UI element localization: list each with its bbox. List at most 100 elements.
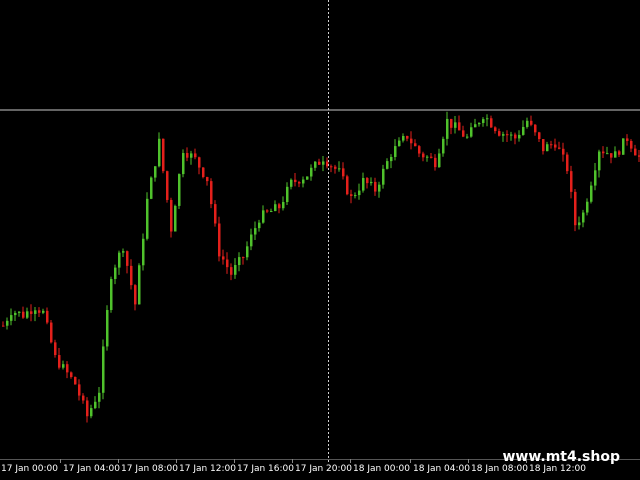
candle-body [206, 177, 209, 182]
candle-body [450, 118, 453, 128]
candle-body [50, 322, 53, 343]
candle-body [174, 205, 177, 232]
candle-body [182, 153, 185, 175]
candle-body [146, 198, 149, 239]
candle-body [574, 191, 577, 226]
candle-body [302, 179, 305, 184]
candle-body [418, 146, 421, 154]
candle-body [442, 138, 445, 154]
candle-body [474, 124, 477, 128]
candle-body [218, 223, 221, 257]
candle-body [494, 127, 497, 132]
candle-body [166, 171, 169, 200]
candle-body [630, 140, 633, 149]
candle-body [38, 310, 41, 313]
candle-body [70, 372, 73, 378]
candle-body [122, 251, 125, 253]
candle-body [130, 265, 133, 286]
candle-body [54, 342, 57, 356]
candle-body [606, 153, 609, 155]
candle-body [314, 161, 317, 168]
candle-body [434, 157, 437, 168]
candle-body [510, 134, 513, 136]
candle-body [438, 153, 441, 168]
candle-body [594, 170, 597, 186]
candle-body [214, 204, 217, 224]
x-tick-label: 18 Jan 04:00 [413, 464, 470, 474]
candle-body [398, 140, 401, 147]
candle-body [506, 134, 509, 136]
candle-body [610, 153, 613, 158]
candle-body [106, 310, 109, 347]
candle-body [634, 148, 637, 156]
candle-body [14, 312, 17, 316]
candle-body [198, 157, 201, 168]
x-tick-label: 17 Jan 16:00 [237, 464, 294, 474]
candle-body [470, 127, 473, 137]
candle-body [478, 122, 481, 125]
candle-body [90, 408, 93, 417]
candle-body [318, 161, 321, 165]
candle-body [74, 377, 77, 385]
candle-body [86, 400, 89, 417]
x-tick-label: 17 Jan 00:00 [1, 464, 58, 474]
candle-body [274, 204, 277, 212]
candle-body [150, 177, 153, 199]
candle-body [550, 144, 553, 146]
candle-body [350, 194, 353, 196]
candle-body [414, 143, 417, 147]
candle-body [402, 136, 405, 141]
candle-body [518, 134, 521, 139]
candle-body [366, 178, 369, 184]
price-chart[interactable]: 17 Jan 00:00 17 Jan 04:00 17 Jan 08:00 17 J… [0, 0, 640, 480]
candle-body [590, 185, 593, 202]
candle-body [322, 161, 325, 165]
candle-body [262, 210, 265, 223]
candle-body [578, 222, 581, 226]
candle-body [154, 166, 157, 178]
candle-body [62, 364, 65, 368]
candle-body [338, 168, 341, 170]
candle-body [546, 144, 549, 152]
candle-body [626, 138, 629, 141]
candle-body [618, 151, 621, 155]
candle-body [522, 126, 525, 135]
candle-body [134, 285, 137, 305]
candle-body [502, 134, 505, 136]
watermark: www.mt4.shop [502, 449, 620, 465]
candle-body [362, 178, 365, 191]
candle-body [118, 252, 121, 268]
candle-body [34, 310, 37, 314]
candle-body [602, 151, 605, 154]
candle-body [6, 320, 9, 326]
candle-body [482, 119, 485, 123]
candle-body [142, 238, 145, 266]
candle-body [390, 156, 393, 162]
candle-body [190, 153, 193, 158]
candle-body [162, 138, 165, 172]
candle-body [486, 118, 489, 120]
candle-body [458, 122, 461, 131]
candle-body [462, 130, 465, 137]
candle-body [98, 392, 101, 402]
candle-body [566, 154, 569, 172]
candle-body [570, 171, 573, 192]
candle-body [66, 364, 69, 373]
candle-body [126, 251, 129, 266]
candle-body [254, 228, 257, 235]
candle-body [94, 401, 97, 409]
candle-body [178, 174, 181, 206]
candle-body [378, 184, 381, 192]
candle-body [26, 311, 29, 318]
candle-body [386, 161, 389, 169]
candle-body [530, 120, 533, 125]
candle-body [342, 168, 345, 177]
candle-body [58, 355, 61, 368]
candle-body [562, 148, 565, 155]
candle-body [258, 222, 261, 229]
candle-body [286, 186, 289, 203]
x-tick-label: 17 Jan 08:00 [121, 464, 178, 474]
candle-body [282, 202, 285, 209]
candle-body [270, 211, 273, 213]
candle-body [358, 190, 361, 196]
